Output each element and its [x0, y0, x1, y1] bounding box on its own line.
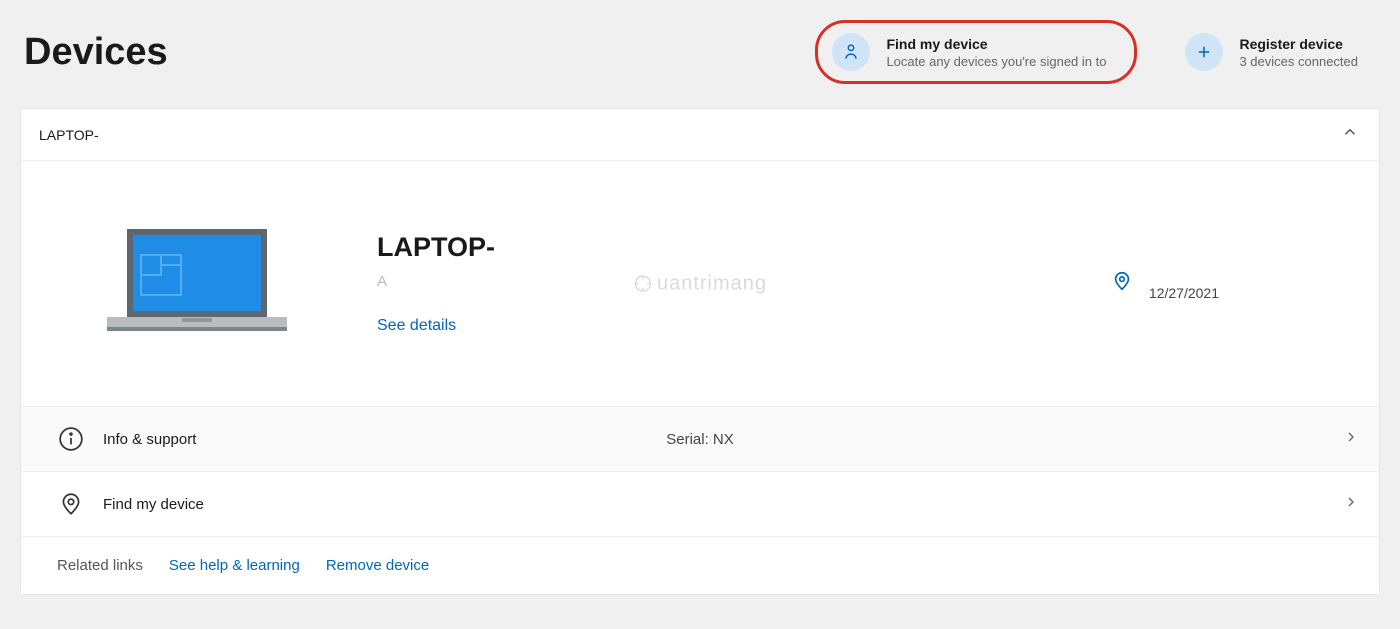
find-my-device-action[interactable]: Find my device Locate any devices you're… [815, 20, 1137, 84]
info-icon [57, 425, 85, 453]
register-device-action[interactable]: Register device 3 devices connected [1167, 23, 1376, 81]
device-subtitle: A [377, 273, 1111, 293]
find-my-device-title: Find my device [886, 36, 1106, 52]
register-device-subtitle: 3 devices connected [1239, 54, 1358, 69]
find-my-device-row[interactable]: Find my device [21, 471, 1379, 536]
plus-icon [1185, 33, 1223, 71]
find-my-device-label: Find my device [103, 496, 204, 513]
chevron-right-icon [1343, 494, 1359, 515]
related-links-label: Related links [57, 557, 143, 574]
location-date: 12/27/2021 [1149, 285, 1219, 301]
register-device-title: Register device [1239, 36, 1358, 52]
find-my-device-subtitle: Locate any devices you're signed in to [886, 54, 1106, 69]
panel-header[interactable]: LAPTOP- [21, 109, 1379, 161]
panel-header-title: LAPTOP- [39, 127, 99, 143]
page-title: Devices [24, 31, 775, 74]
location-pin-icon [57, 490, 85, 518]
see-help-learning-link[interactable]: See help & learning [169, 557, 300, 574]
device-panel: LAPTOP- LAPTOP- A See details [20, 108, 1380, 595]
chevron-up-icon [1341, 123, 1359, 146]
related-links-row: Related links See help & learning Remove… [21, 536, 1379, 594]
chevron-right-icon [1343, 429, 1359, 450]
info-support-row[interactable]: Info & support Serial: NX [21, 406, 1379, 471]
person-location-icon [832, 33, 870, 71]
location-pin-icon [1111, 270, 1133, 297]
info-support-label: Info & support [103, 431, 196, 448]
see-details-link[interactable]: See details [377, 317, 1111, 335]
device-name: LAPTOP- [377, 232, 1111, 263]
serial-label: Serial: NX [666, 431, 734, 448]
laptop-icon [97, 221, 297, 346]
remove-device-link[interactable]: Remove device [326, 557, 429, 574]
